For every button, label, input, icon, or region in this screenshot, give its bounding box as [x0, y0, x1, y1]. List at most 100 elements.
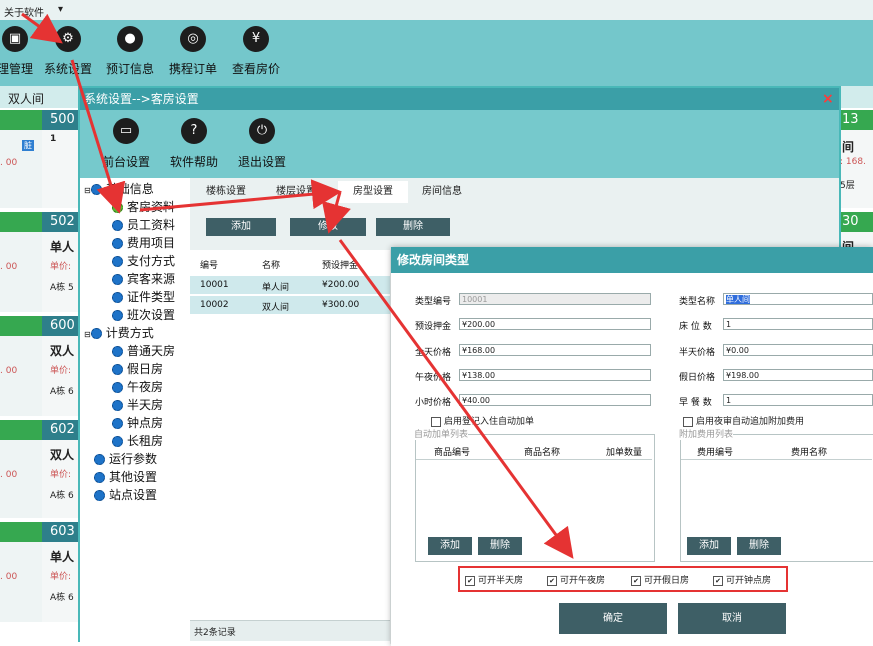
edit-button[interactable]: 修改: [290, 218, 366, 236]
gear-icon: [94, 490, 105, 501]
column-header: 费用编号: [697, 448, 734, 458]
auto-add-checkbox[interactable]: 启用登记入住自动加单: [431, 414, 534, 427]
cell-name: 单人间: [262, 283, 290, 293]
room-type-label[interactable]: 双人间: [8, 90, 44, 107]
room-tile[interactable]: 603 单人 单价: A栋 6: [42, 522, 78, 622]
tab-room-type[interactable]: 房型设置: [338, 181, 408, 203]
tree-item-room-info[interactable]: 客房资料: [112, 198, 175, 215]
tree-item-holiday[interactable]: 假日房: [112, 360, 163, 377]
holiday-price-label: 假日价格: [679, 373, 716, 383]
breakfast-field[interactable]: 1: [723, 394, 873, 406]
type-name-selected: 单人间: [726, 295, 750, 304]
toolbar-price-button[interactable]: ¥ 查看房价: [230, 26, 282, 82]
window-titlebar: 系统设置-->客房设置 ×: [80, 88, 839, 110]
record-count: 共2条记录: [194, 628, 236, 638]
toolbar-system-settings-button[interactable]: ⚙ 系统设置: [42, 26, 94, 82]
full-day-price-field[interactable]: ¥168.00: [459, 344, 651, 356]
menu-about[interactable]: 关于软件: [4, 4, 44, 19]
column-header: 费用名称: [791, 448, 828, 458]
gear-icon: [112, 310, 123, 321]
cancel-button[interactable]: 取消: [678, 603, 786, 634]
room-tile-left[interactable]: 脏 . 00: [0, 110, 42, 208]
tree-item-site[interactable]: 站点设置: [94, 486, 157, 503]
room-tile[interactable]: 502 单人 单价: A栋 5: [42, 212, 78, 312]
column-header: 商品编号: [434, 448, 471, 458]
menu-bar: 关于软件 ▾: [0, 0, 873, 20]
tree-item-payment[interactable]: 支付方式: [112, 252, 175, 269]
room-tile-left[interactable]: . 00: [0, 212, 42, 312]
extra-fee-delete-button[interactable]: 删除: [737, 537, 781, 555]
room-type: 双人: [50, 344, 75, 358]
column-header: 编号: [200, 261, 219, 271]
room-tile-left[interactable]: . 00: [0, 316, 42, 416]
room-price: . 00: [0, 366, 18, 376]
half-day-price-label: 半天价格: [679, 348, 716, 358]
tree-item-other[interactable]: 其他设置: [94, 468, 157, 485]
half-day-price-field[interactable]: ¥0.00: [723, 344, 873, 356]
table-row[interactable]: 10001 单人间 ¥200.00: [190, 276, 390, 294]
tree-item-shift[interactable]: 班次设置: [112, 306, 175, 323]
room-price: . 00: [0, 262, 18, 272]
toolbar-ctrip-button[interactable]: ◎ 携程订单: [167, 26, 219, 82]
tree-group-basic[interactable]: ⊟ 基础信息: [84, 180, 154, 197]
tab-room-info[interactable]: 房间信息: [414, 181, 470, 203]
beds-field[interactable]: 1: [723, 318, 873, 330]
tree-item-hourly[interactable]: 钟点房: [112, 414, 163, 431]
ok-button[interactable]: 确定: [559, 603, 667, 634]
tree-item-runtime[interactable]: 运行参数: [94, 450, 157, 467]
tree-item-normal-day[interactable]: 普通天房: [112, 342, 175, 359]
gear-icon: [94, 472, 105, 483]
lock-icon: ▣: [2, 26, 28, 52]
tab-building[interactable]: 楼栋设置: [198, 181, 254, 203]
front-desk-settings-button[interactable]: ▭ 前台设置: [100, 118, 152, 170]
tree-item-fees[interactable]: 费用项目: [112, 234, 175, 251]
room-tile-left[interactable]: . 00: [0, 522, 42, 622]
tree-item-midnight[interactable]: 午夜房: [112, 378, 163, 395]
cell-deposit: ¥300.00: [322, 300, 360, 310]
toolbar-booking-button[interactable]: ● 预订信息: [104, 26, 156, 82]
menu-dropdown-arrow[interactable]: ▾: [58, 4, 63, 15]
room-tile[interactable]: 602 双人 单价: A栋 6: [42, 420, 78, 518]
room-unit-price: : 168.: [840, 157, 866, 167]
delete-button[interactable]: 删除: [376, 218, 450, 236]
breakfast-label: 早 餐 数: [679, 398, 712, 408]
room-tile[interactable]: 600 双人 单价: A栋 6: [42, 316, 78, 416]
close-icon[interactable]: ×: [822, 88, 834, 110]
gear-icon: [94, 454, 105, 465]
tree-item-staff[interactable]: 员工资料: [112, 216, 175, 233]
room-tile-right[interactable]: 13 间 : 168. 5层: [838, 110, 873, 208]
tree-item-id-type[interactable]: 证件类型: [112, 288, 175, 305]
room-tile-header: [0, 316, 42, 336]
type-name-field[interactable]: 单人间: [723, 293, 873, 305]
tree-item-half-day[interactable]: 半天房: [112, 396, 163, 413]
cell-id: 10001: [200, 280, 229, 290]
room-type: 双人: [50, 448, 75, 462]
midnight-price-field[interactable]: ¥138.00: [459, 369, 651, 381]
tree-group-billing[interactable]: ⊟ 计费方式: [84, 324, 154, 341]
toolbar-price-label: 查看房价: [231, 62, 280, 76]
gear-icon: [112, 346, 123, 357]
deposit-field[interactable]: ¥200.00: [459, 318, 651, 330]
toolbar-manage-button[interactable]: ▣ 理管理: [0, 26, 34, 82]
software-help-button[interactable]: ? 软件帮助: [168, 118, 220, 170]
extra-fee-add-button[interactable]: 添加: [687, 537, 731, 555]
table-row[interactable]: 10002 双人间 ¥300.00: [190, 296, 390, 314]
tab-floor[interactable]: 楼层设置: [268, 181, 324, 203]
exit-settings-button[interactable]: ⏻ 退出设置: [236, 118, 288, 170]
room-tile-left[interactable]: . 00: [0, 420, 42, 518]
type-name-label: 类型名称: [679, 297, 716, 307]
auto-add-delete-button[interactable]: 删除: [478, 537, 522, 555]
monitor-icon: ▭: [113, 118, 139, 144]
extra-fee-list-title: 附加费用列表: [679, 427, 734, 440]
tree-item-guest-source[interactable]: 宾客来源: [112, 270, 175, 287]
room-tile-right[interactable]: 30 间: [838, 212, 873, 254]
add-button[interactable]: 添加: [206, 218, 276, 236]
hourly-price-field[interactable]: ¥40.00: [459, 394, 651, 406]
dirty-badge: 脏: [22, 140, 34, 151]
tree-item-long-term[interactable]: 长租房: [112, 432, 163, 449]
holiday-price-field[interactable]: ¥198.00: [723, 369, 873, 381]
auto-charge-checkbox[interactable]: 启用夜审自动追加附加费用: [683, 414, 804, 427]
room-building: A栋 6: [50, 491, 74, 501]
auto-add-add-button[interactable]: 添加: [428, 537, 472, 555]
room-tile[interactable]: 500 1: [42, 110, 78, 208]
